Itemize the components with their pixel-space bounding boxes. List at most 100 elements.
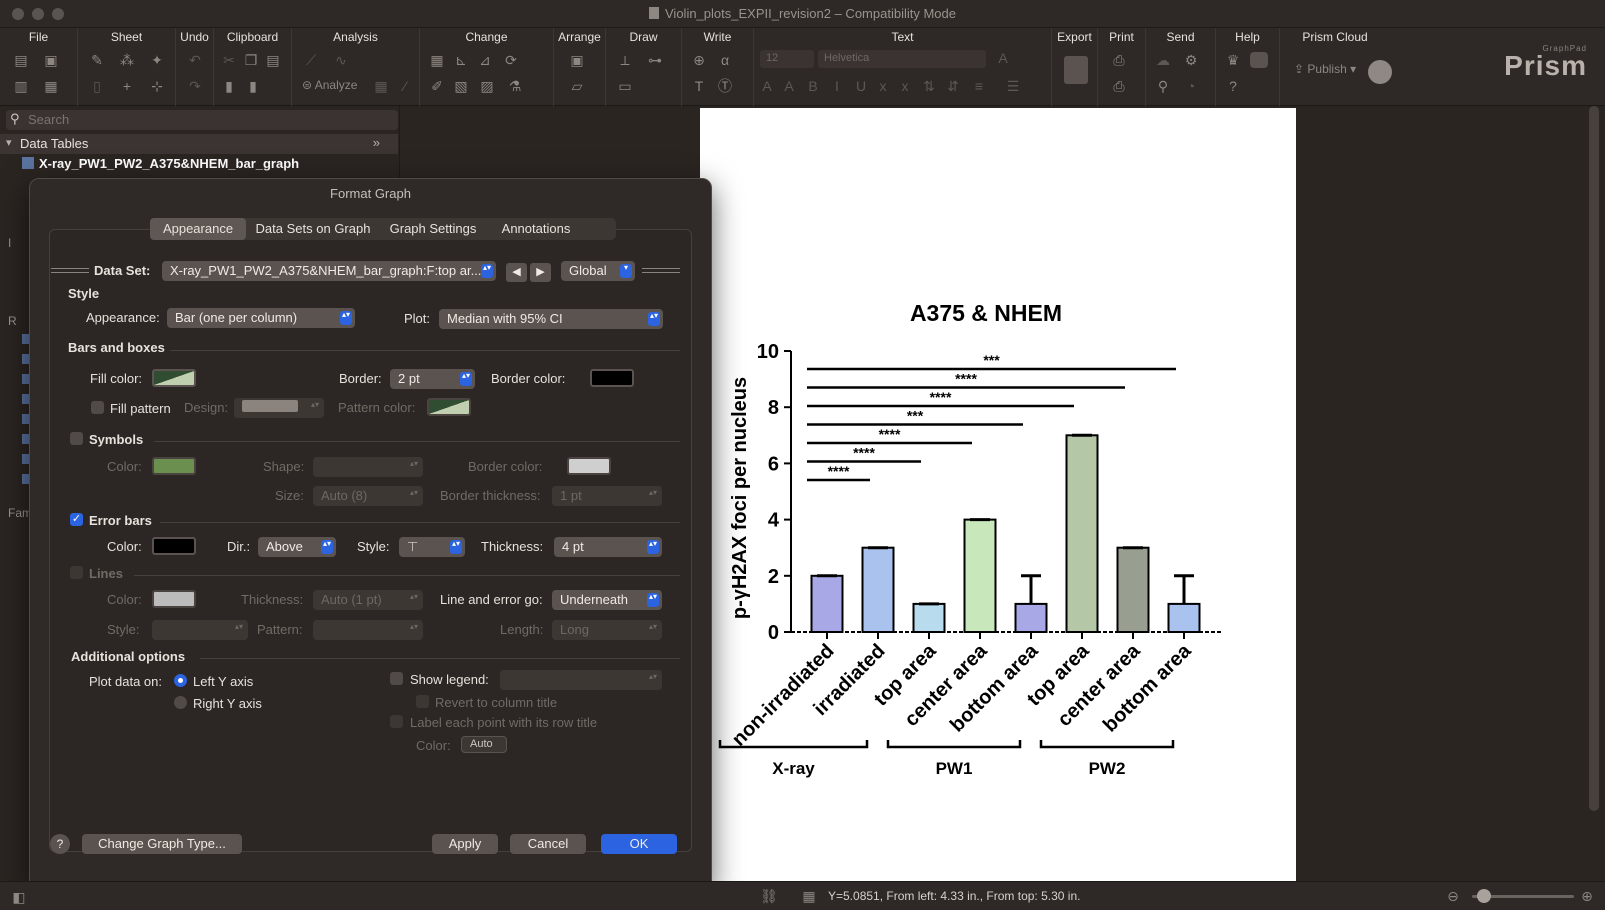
size-select[interactable]: Auto (8) ▴▾	[313, 486, 423, 506]
previous-dataset-button[interactable]: ◀	[506, 263, 527, 282]
arrange-icon[interactable]: ▣	[568, 52, 586, 68]
bar-chart[interactable]: A375 & NHEM p-γH2AX foci per nucleus 0 2 4…	[700, 108, 1296, 881]
cancel-button[interactable]: Cancel	[510, 834, 586, 854]
text-box-icon[interactable]: T	[690, 78, 708, 94]
lines-thickness-select[interactable]: Auto (1 pt) ▴▾	[313, 590, 423, 610]
plot-select[interactable]: Median with 95% CI ▴▾	[439, 309, 663, 329]
sidebar-toggle-icon[interactable]: ◧	[10, 889, 28, 905]
legend-select[interactable]: ▴▾	[500, 670, 662, 690]
analyze-button[interactable]: ⊜ Analyze	[302, 78, 357, 92]
subscript-icon[interactable]: x	[896, 78, 914, 94]
symbol-border-color-swatch[interactable]	[567, 457, 611, 475]
border-color-swatch[interactable]	[590, 369, 634, 387]
text-frame-icon[interactable]: Ⓣ	[716, 78, 734, 94]
text-tool-icon[interactable]: ⊕	[690, 52, 708, 68]
tab-annotations[interactable]: Annotations	[488, 218, 584, 240]
cloud-icon[interactable]: ☁	[1154, 52, 1172, 68]
apply-button[interactable]: Apply	[432, 834, 498, 854]
data-tables-section-header[interactable]: ▾ Data Tables »	[0, 134, 398, 154]
format-axes-icon[interactable]: ▨	[478, 78, 496, 94]
learn-icon[interactable]: ♛	[1224, 52, 1242, 68]
left-y-radio[interactable]	[174, 674, 187, 687]
ok-button[interactable]: OK	[601, 834, 677, 854]
add-icon[interactable]: +	[118, 78, 136, 94]
wand-icon[interactable]: ⁄	[396, 78, 414, 94]
connector-icon[interactable]: ⊶	[646, 52, 664, 68]
paste-special-icon[interactable]: ▮	[244, 78, 262, 94]
spacing-icon[interactable]: ⇅	[920, 78, 938, 94]
print-icon[interactable]: ⎙	[1110, 52, 1128, 68]
share-icon[interactable]: ⚙	[1182, 52, 1200, 68]
fit-icon[interactable]: ∿	[332, 52, 350, 68]
vertical-scrollbar[interactable]	[1589, 106, 1599, 811]
font-name-select[interactable]: Helvetica	[818, 50, 986, 68]
dataset-select[interactable]: X-ray_PW1_PW2_A375&NHEM_bar_graph:F:top …	[162, 261, 496, 281]
symbols-checkbox[interactable]	[70, 432, 83, 445]
link-icon[interactable]: ⛓	[760, 888, 778, 904]
lines-style-select[interactable]: ▴▾	[152, 620, 248, 640]
rotate-icon[interactable]: ⟳	[502, 52, 520, 68]
shape-select[interactable]: ▴▾	[313, 457, 423, 477]
error-thickness-select[interactable]: 4 pt ▴▾	[554, 537, 662, 557]
fill-pattern-checkbox[interactable]	[91, 401, 104, 414]
save-icon[interactable]: ▥	[12, 78, 30, 94]
pattern-color-swatch[interactable]	[427, 398, 471, 416]
error-color-swatch[interactable]	[152, 537, 196, 555]
zoom-in-icon[interactable]: ⊕	[1578, 888, 1596, 904]
expand-icon[interactable]: »	[373, 135, 380, 150]
graph-type-icon[interactable]: ▦	[428, 52, 446, 68]
send-icon[interactable]: ⚲	[1154, 78, 1172, 94]
line-tool-icon[interactable]: ⟂	[616, 52, 634, 68]
insert-icon[interactable]: ⊹	[148, 78, 166, 94]
table-icon[interactable]: ▦	[372, 78, 390, 94]
align-text-icon[interactable]: ≡	[970, 78, 988, 94]
font-size-select[interactable]: 12	[760, 50, 814, 68]
direction-select[interactable]: Above ▴▾	[258, 537, 336, 557]
sheet-icon[interactable]: ▦	[800, 888, 818, 904]
export-tiff-icon[interactable]	[1064, 56, 1088, 84]
sidebar-item-data-table[interactable]: X-ray_PW1_PW2_A375&NHEM_bar_graph	[22, 156, 299, 171]
border-width-select[interactable]: 2 pt ▴▾	[390, 369, 475, 389]
text-color-icon[interactable]: A	[994, 50, 1012, 66]
publish-button[interactable]: ⇪ Publish ▾	[1294, 62, 1356, 76]
avatar[interactable]	[1368, 60, 1392, 84]
align-icon[interactable]: ▱	[568, 78, 586, 94]
italic-icon[interactable]: I	[828, 78, 846, 94]
error-bars-checkbox[interactable]: ✓	[70, 513, 83, 526]
graph-page[interactable]: A375 & NHEM p-γH2AX foci per nucleus 0 2 4…	[700, 108, 1296, 881]
show-legend-checkbox[interactable]	[390, 672, 403, 685]
symbol-color-swatch[interactable]	[152, 457, 196, 475]
design-select[interactable]: ▴▾	[234, 398, 324, 418]
trash-icon[interactable]: ▯	[88, 78, 106, 94]
zoom-out-icon[interactable]: ⊖	[1444, 888, 1462, 904]
grid-icon[interactable]: ⁂	[118, 52, 136, 68]
clipboard-icon[interactable]: ▮	[220, 78, 238, 94]
zoom-slider-thumb[interactable]	[1477, 889, 1491, 903]
help-button[interactable]: ?	[50, 834, 70, 854]
lines-color-swatch[interactable]	[152, 590, 196, 608]
save-as-icon[interactable]: ▦	[42, 78, 60, 94]
print-preview-icon[interactable]: ⎙	[1110, 78, 1128, 94]
copy-icon[interactable]: ❐	[242, 52, 260, 68]
change-graph-type-button[interactable]: Change Graph Type...	[82, 834, 242, 854]
next-dataset-button[interactable]: ▶	[530, 263, 551, 282]
length-select[interactable]: Long ▴▾	[552, 620, 662, 640]
label-rows-checkbox[interactable]	[390, 715, 403, 728]
help-question-icon[interactable]: ?	[1224, 78, 1242, 94]
axis-icon[interactable]: ⊾	[452, 52, 470, 68]
pen-icon[interactable]: ✎	[88, 52, 106, 68]
history-icon[interactable]: ◔	[1182, 78, 1200, 94]
border-thickness-select[interactable]: 1 pt ▴▾	[552, 486, 662, 506]
right-y-radio[interactable]	[174, 696, 187, 709]
bold-icon[interactable]: B	[804, 78, 822, 94]
undo-icon[interactable]: ↶	[186, 52, 204, 68]
pin-icon[interactable]: ✦	[148, 52, 166, 68]
greek-letter-icon[interactable]: α	[716, 52, 734, 68]
open-file-icon[interactable]: ▣	[42, 52, 60, 68]
tab-graph-settings[interactable]: Graph Settings	[382, 218, 484, 240]
color-scheme-icon[interactable]: ⚗	[506, 78, 524, 94]
scope-select[interactable]: Global ▾	[561, 261, 635, 281]
fill-color-swatch[interactable]	[152, 369, 196, 387]
label-color-select[interactable]: Auto	[461, 736, 507, 753]
paste-icon[interactable]: ▤	[264, 52, 282, 68]
